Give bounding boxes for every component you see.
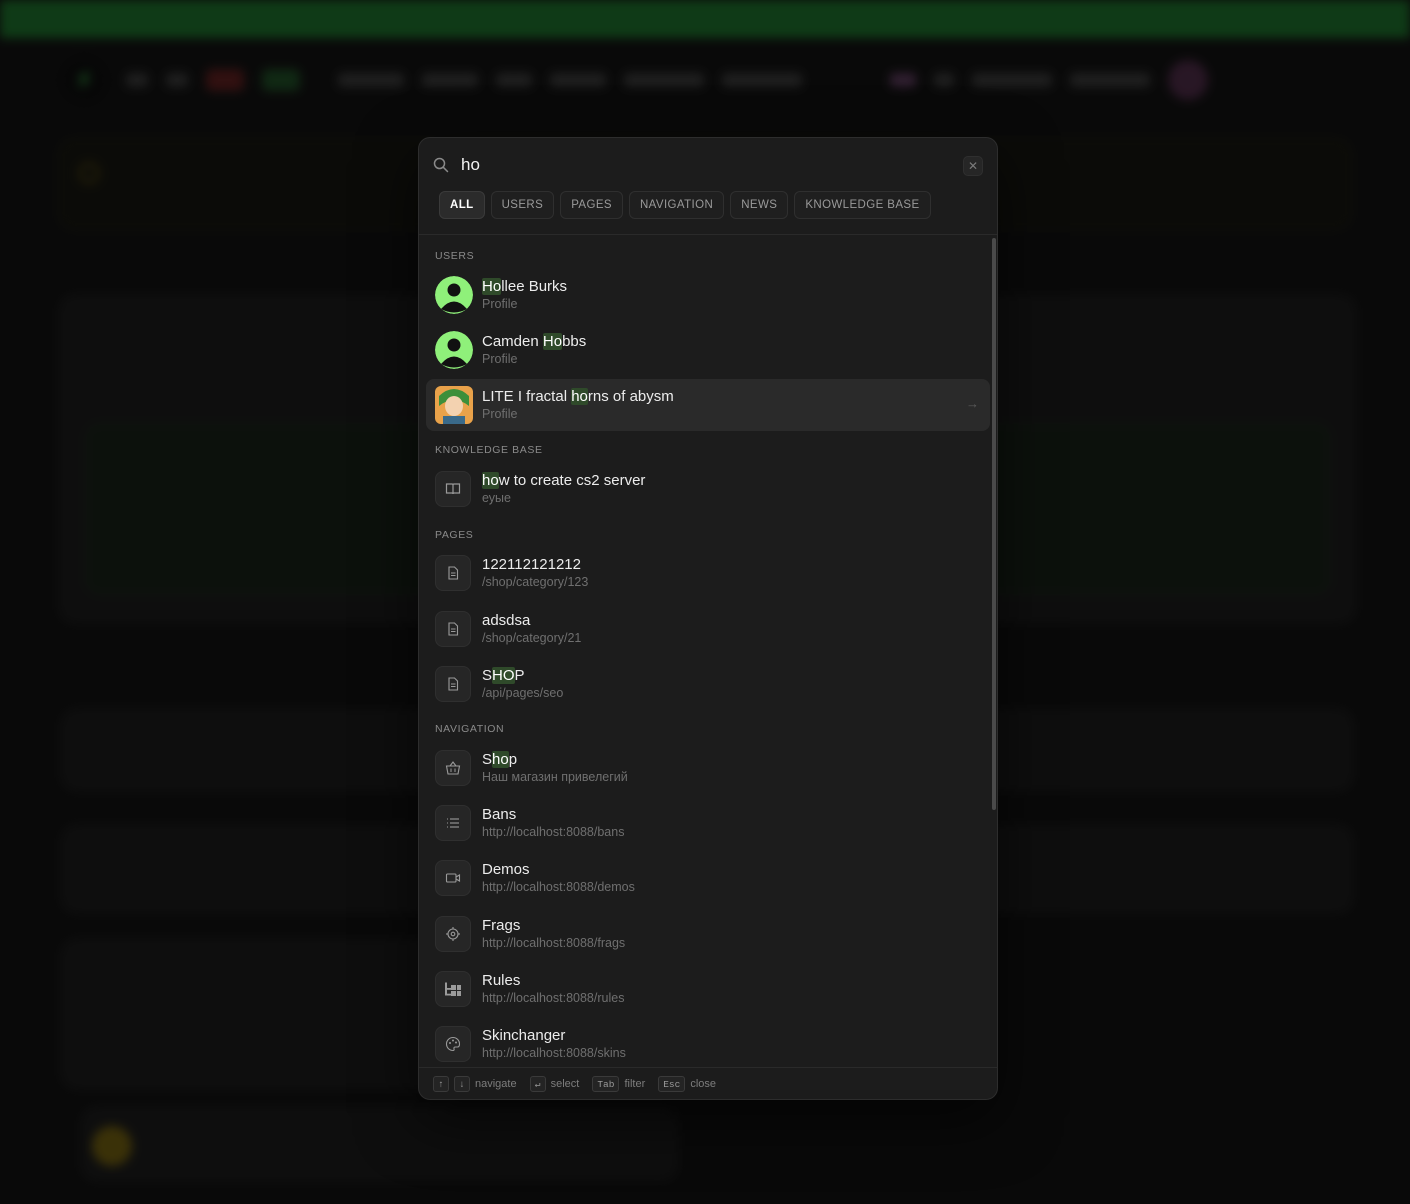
hierarchy-icon [435, 971, 471, 1007]
result-subtitle: http://localhost:8088/bans [482, 825, 625, 839]
search-input[interactable] [461, 152, 941, 178]
filter-all[interactable]: ALL [439, 191, 485, 219]
palette-icon [435, 1026, 471, 1062]
result-user-selected[interactable]: LITE I fractal horns of abysm Profile → [426, 379, 990, 431]
section-label-pages: PAGES [435, 529, 474, 541]
result-title: how to create cs2 server [482, 472, 646, 489]
result-subtitle: /api/pages/seo [482, 686, 564, 700]
section-label-navigation: NAVIGATION [435, 723, 505, 735]
hint-close: close [690, 1078, 717, 1090]
result-subtitle: http://localhost:8088/skins [482, 1046, 626, 1060]
result-title: Camden Hobbs [482, 333, 587, 350]
filter-navigation[interactable]: NAVIGATION [628, 191, 725, 219]
list-icon [435, 805, 471, 841]
up-key: ↑ [433, 1076, 449, 1092]
filter-tabs: ALL USERS PAGES NAVIGATION NEWS KNOWLEDG… [439, 191, 931, 219]
crosshair-icon [435, 916, 471, 952]
filter-users[interactable]: USERS [490, 191, 555, 219]
search-results: USERS Hollee Burks Profile Camden Hobbs … [419, 235, 997, 1065]
avatar [435, 386, 473, 424]
result-subtitle: http://localhost:8088/frags [482, 936, 626, 950]
result-title: Demos [482, 861, 530, 878]
result-subtitle: Profile [482, 407, 518, 421]
result-title: Rules [482, 972, 521, 989]
section-label-knowledge-base: KNOWLEDGE BASE [435, 444, 543, 456]
result-nav[interactable]: Frags http://localhost:8088/frags [426, 908, 990, 960]
hint-filter: filter [624, 1078, 646, 1090]
filter-news[interactable]: NEWS [730, 191, 789, 219]
result-user[interactable]: Hollee Burks Profile [426, 269, 990, 321]
hint-select: select [550, 1078, 580, 1090]
esc-key: Esc [658, 1076, 686, 1092]
result-article[interactable]: how to create cs2 server еуые [426, 463, 990, 515]
section-label-users: USERS [435, 250, 475, 262]
video-icon [435, 860, 471, 896]
clear-search-button[interactable]: ✕ [963, 156, 983, 176]
enter-key: ↵ [529, 1076, 546, 1092]
result-subtitle: Наш магазин привелегий [482, 770, 628, 784]
avatar [435, 331, 473, 369]
filter-pages[interactable]: PAGES [560, 191, 623, 219]
down-key: ↓ [454, 1076, 470, 1092]
result-nav[interactable]: Demos http://localhost:8088/demos [426, 852, 990, 904]
result-subtitle: /shop/category/123 [482, 575, 589, 589]
filter-knowledge-base[interactable]: KNOWLEDGE BASE [794, 191, 931, 219]
basket-icon [435, 750, 471, 786]
file-icon [435, 611, 471, 647]
result-title: Skinchanger [482, 1027, 566, 1044]
avatar [435, 276, 473, 314]
search-icon [433, 157, 449, 173]
result-title: 122112121212 [482, 556, 581, 573]
result-subtitle: http://localhost:8088/rules [482, 991, 625, 1005]
tab-key: Tab [592, 1076, 620, 1092]
close-icon: ✕ [967, 159, 979, 173]
result-page[interactable]: 122112121212 /shop/category/123 [426, 547, 990, 599]
result-user[interactable]: Camden Hobbs Profile [426, 324, 990, 376]
result-subtitle: еуые [482, 491, 511, 505]
result-page[interactable]: SHOP /api/pages/seo [426, 658, 990, 710]
search-dialog: ✕ ALL USERS PAGES NAVIGATION NEWS KNOWLE… [418, 137, 998, 1100]
result-title: Bans [482, 806, 517, 823]
file-icon [435, 555, 471, 591]
file-icon [435, 666, 471, 702]
keyboard-hints: ↑ ↓ navigate ↵ select Tab filter Esc clo… [419, 1067, 997, 1099]
result-title: SHOP [482, 667, 525, 684]
arrow-right-icon: → [966, 396, 979, 411]
result-nav[interactable]: Rules http://localhost:8088/rules [426, 963, 990, 1015]
result-subtitle: /shop/category/21 [482, 631, 582, 645]
result-title: adsdsa [482, 612, 531, 629]
result-subtitle: Profile [482, 297, 518, 311]
result-subtitle: Profile [482, 352, 518, 366]
result-title: LITE I fractal horns of abysm [482, 388, 674, 405]
result-nav[interactable]: Bans http://localhost:8088/bans [426, 797, 990, 849]
result-nav[interactable]: Shop Наш магазин привелегий [426, 742, 990, 794]
results-scrollbar[interactable] [992, 238, 996, 810]
result-title: Frags [482, 917, 521, 934]
result-title: Shop [482, 751, 518, 768]
result-page[interactable]: adsdsa /shop/category/21 [426, 603, 990, 655]
search-bar: ✕ [419, 138, 997, 190]
book-icon [435, 471, 471, 507]
result-title: Hollee Burks [482, 278, 568, 295]
result-nav[interactable]: Skinchanger http://localhost:8088/skins [426, 1018, 990, 1065]
result-subtitle: http://localhost:8088/demos [482, 880, 635, 894]
hint-navigate: navigate [475, 1078, 517, 1090]
